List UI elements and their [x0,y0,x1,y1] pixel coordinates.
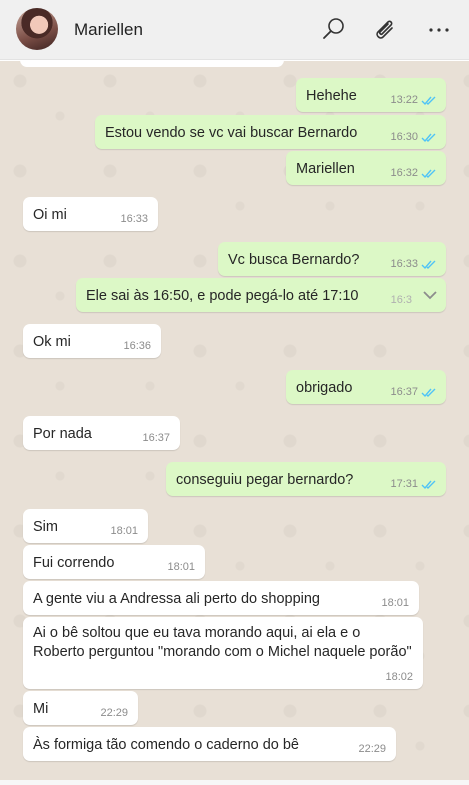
message-time: 16:30 [390,131,418,143]
message-time: 13:22 [390,94,418,106]
message-bubble[interactable]: Sim 18:01 [23,509,148,543]
message-text: Ele sai às 16:50, e pode pegá-lo até 17:… [86,288,359,304]
chevron-down-icon[interactable] [422,288,438,302]
message-bubble[interactable]: Ele sai às 16:50, e pode pegá-lo até 17:… [76,278,446,312]
message-text: Hehehe [306,88,357,104]
message-text: Ai o bê soltou que eu tava morando aqui,… [33,625,412,660]
previous-message-fragment [20,61,284,67]
message-time: 18:02 [385,671,413,683]
message-bubble[interactable]: Às formiga tão comendo o caderno do bê 2… [23,727,396,761]
message-bubble[interactable]: conseguiu pegar bernardo? 17:31 [166,462,446,496]
message-text: Oi mi [33,207,67,223]
chat-header: Mariellen [0,0,469,60]
contact-name[interactable]: Mariellen [74,20,143,40]
message-time: 16:36 [123,340,151,352]
message-bubble[interactable]: Fui correndo 18:01 [23,545,205,579]
read-ticks-icon [421,260,436,270]
message-text: Às formiga tão comendo o caderno do bê [33,737,299,753]
message-time: 22:29 [100,707,128,719]
more-icon[interactable] [427,16,453,42]
read-ticks-icon [421,169,436,179]
message-bubble[interactable]: Mi 22:29 [23,691,138,725]
message-text: Vc busca Bernardo? [228,252,360,268]
message-time: 16:33 [120,213,148,225]
message-bubble[interactable]: Vc busca Bernardo? 16:33 [218,242,446,276]
message-time: 16:32 [390,167,418,179]
message-bubble[interactable]: Oi mi 16:33 [23,197,158,231]
avatar[interactable] [16,8,58,50]
message-time: 18:01 [110,525,138,537]
message-time: 17:31 [390,478,418,490]
message-text: A gente viu a Andressa ali perto do shop… [33,591,320,607]
message-text: conseguiu pegar bernardo? [176,472,354,488]
message-bubble[interactable]: Por nada 16:37 [23,416,180,450]
message-text: Ok mi [33,334,71,350]
read-ticks-icon [421,480,436,490]
message-text: Mi [33,701,49,717]
message-time: 16:3 [390,294,412,306]
message-text: Mariellen [296,161,355,177]
message-bubble[interactable]: A gente viu a Andressa ali perto do shop… [23,581,419,615]
paperclip-icon[interactable] [372,16,398,42]
read-ticks-icon [421,133,436,143]
message-text: Por nada [33,426,92,442]
message-bubble[interactable]: Hehehe 13:22 [296,78,446,112]
message-bubble[interactable]: Mariellen 16:32 [286,151,446,185]
message-time: 22:29 [358,743,386,755]
search-icon[interactable] [321,16,347,42]
message-text: Estou vendo se vc vai buscar Bernardo [105,125,358,141]
message-list[interactable]: Hehehe 13:22 Estou vendo se vc vai busca… [0,61,469,780]
message-bubble[interactable]: Ok mi 16:36 [23,324,161,358]
message-time: 16:37 [142,432,170,444]
read-ticks-icon [421,388,436,398]
message-time: 18:01 [167,561,195,573]
message-bubble[interactable]: Estou vendo se vc vai buscar Bernardo 16… [95,115,446,149]
message-time: 16:33 [390,258,418,270]
message-time: 18:01 [381,597,409,609]
message-bubble[interactable]: Ai o bê soltou que eu tava morando aqui,… [23,617,423,689]
read-ticks-icon [421,96,436,106]
message-bubble[interactable]: obrigado 16:37 [286,370,446,404]
composer-edge [0,780,469,785]
message-text: Sim [33,519,58,535]
message-time: 16:37 [390,386,418,398]
message-text: Fui correndo [33,555,115,571]
message-text: obrigado [296,380,353,396]
